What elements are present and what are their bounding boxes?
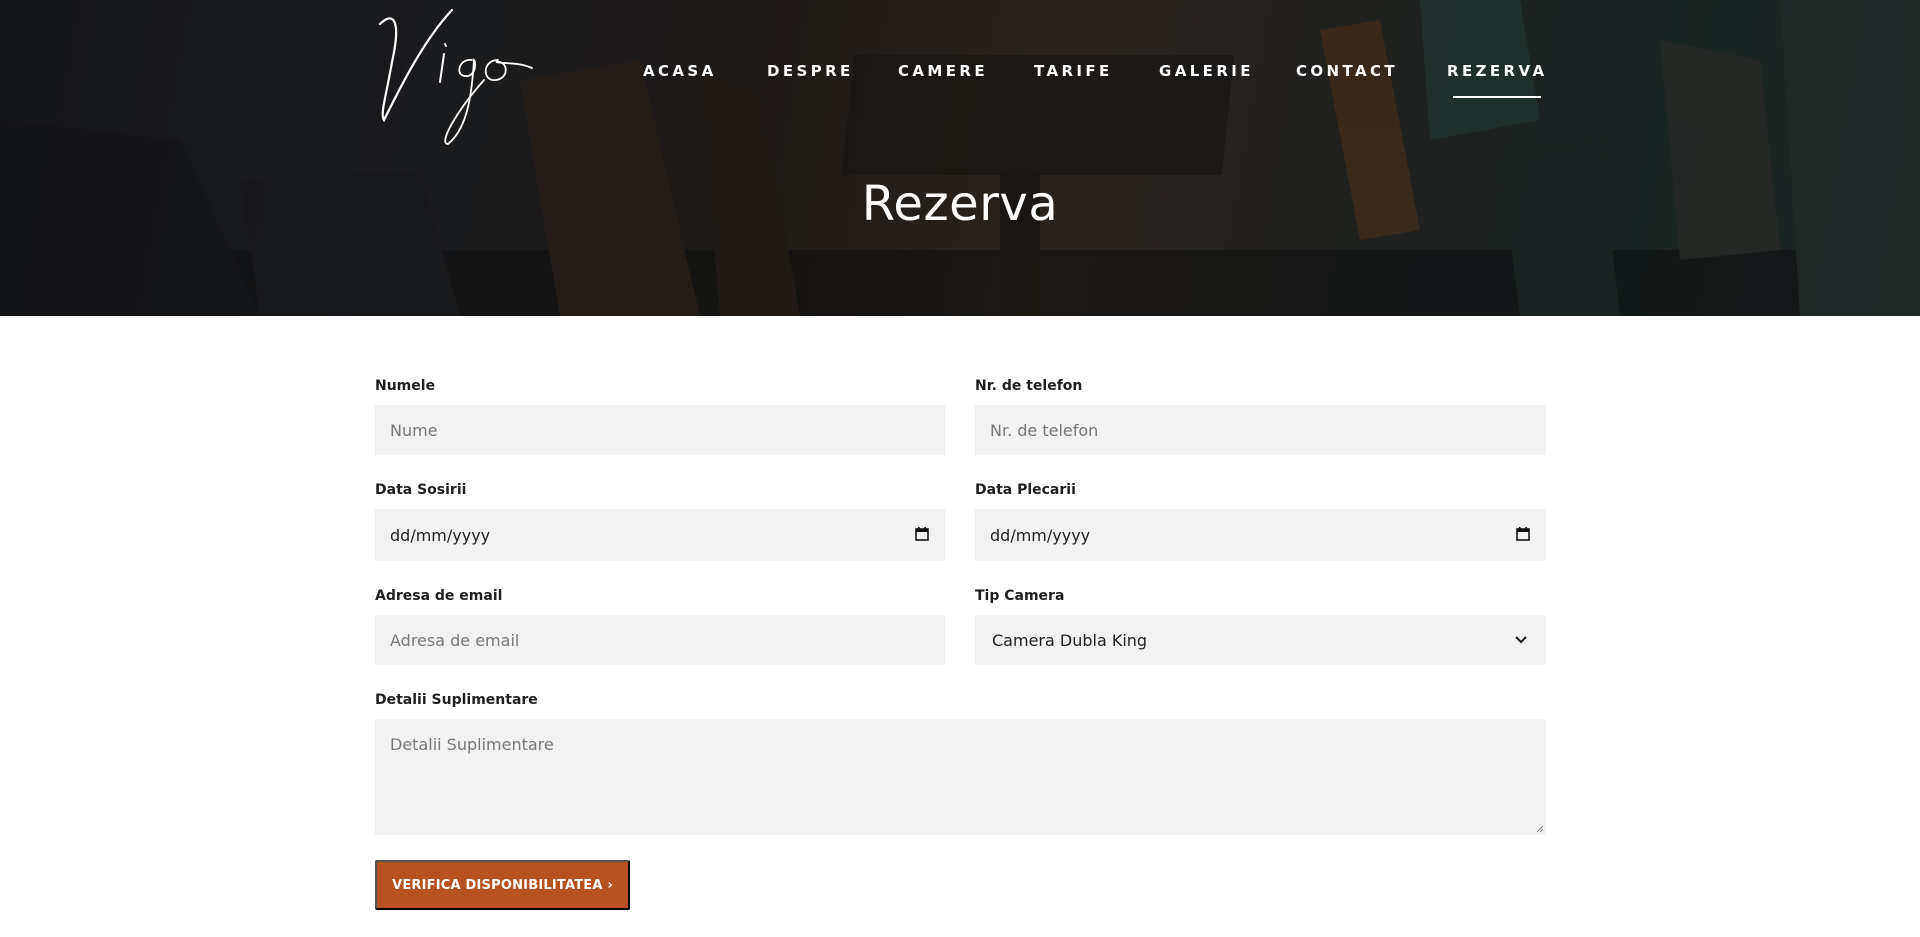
room-type-label: Tip Camera xyxy=(975,588,1065,604)
phone-placeholder: Nr. de telefon xyxy=(990,420,1099,440)
phone-input[interactable]: Nr. de telefon xyxy=(975,405,1546,455)
hero-overlay xyxy=(0,0,1920,316)
details-placeholder: Detalii Suplimentare xyxy=(390,735,554,754)
room-type-select[interactable]: Camera Dubla King xyxy=(975,615,1546,665)
name-input[interactable]: Nume xyxy=(375,405,945,455)
resize-handle-icon[interactable] xyxy=(1534,823,1544,833)
arrival-date-label: Data Sosirii xyxy=(375,482,467,498)
main-nav: ACASA DESPRE CAMERE TARIFE GALERIE CONTA… xyxy=(0,62,1920,102)
name-label: Numele xyxy=(375,378,436,394)
details-textarea[interactable]: Detalii Suplimentare xyxy=(375,719,1546,835)
calendar-icon[interactable] xyxy=(1516,527,1530,541)
phone-label: Nr. de telefon xyxy=(975,378,1083,394)
check-availability-button[interactable]: VERIFICA DISPONIBILITATEA › xyxy=(375,860,630,910)
nav-item-despre[interactable]: DESPRE xyxy=(767,62,854,80)
name-placeholder: Nume xyxy=(390,420,438,440)
email-placeholder: Adresa de email xyxy=(390,630,520,650)
nav-item-camere[interactable]: CAMERE xyxy=(898,62,988,80)
nav-item-galerie[interactable]: GALERIE xyxy=(1159,62,1254,80)
nav-item-rezerva[interactable]: REZERVA xyxy=(1447,62,1547,98)
calendar-icon[interactable] xyxy=(915,527,929,541)
departure-date-label: Data Plecarii xyxy=(975,482,1076,498)
arrival-date-input[interactable]: dd/mm/yyyy xyxy=(375,509,945,561)
departure-date-value: dd/mm/yyyy xyxy=(990,525,1091,545)
arrival-date-value: dd/mm/yyyy xyxy=(390,525,491,545)
chevron-down-icon xyxy=(1515,636,1527,644)
nav-item-tarife[interactable]: TARIFE xyxy=(1034,62,1113,80)
room-type-value: Camera Dubla King xyxy=(992,630,1148,650)
details-label: Detalii Suplimentare xyxy=(375,692,538,708)
hero-banner: ACASA DESPRE CAMERE TARIFE GALERIE CONTA… xyxy=(0,0,1920,316)
email-input[interactable]: Adresa de email xyxy=(375,615,945,665)
nav-item-acasa[interactable]: ACASA xyxy=(643,62,717,80)
page-title: Rezerva xyxy=(861,176,1059,232)
departure-date-input[interactable]: dd/mm/yyyy xyxy=(975,509,1546,561)
email-label: Adresa de email xyxy=(375,588,503,604)
nav-item-contact[interactable]: CONTACT xyxy=(1296,62,1398,80)
